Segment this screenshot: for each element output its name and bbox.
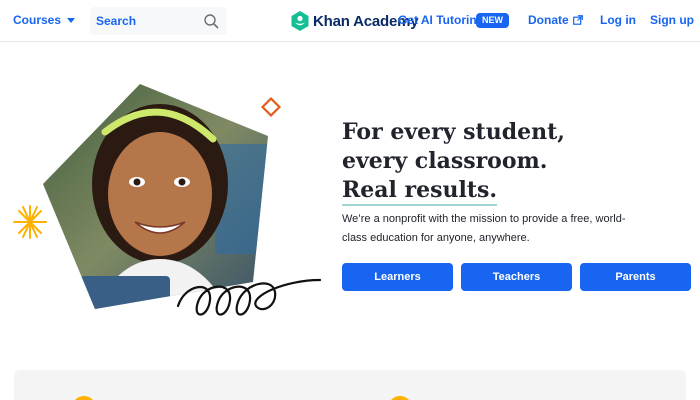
headline-line-3: Real results. <box>342 177 498 206</box>
new-badge: NEW <box>476 13 509 28</box>
parents-button[interactable]: Parents <box>580 263 691 291</box>
stats-panel <box>14 370 686 400</box>
diamond-shape <box>260 96 282 118</box>
donate-link[interactable]: Donate <box>528 13 583 27</box>
search-input[interactable] <box>90 7 200 35</box>
headline-line-2: every classroom. <box>342 148 548 174</box>
courses-menu[interactable]: Courses <box>13 13 76 27</box>
yellow-circle-icon <box>72 396 96 400</box>
ai-tutoring-link[interactable]: Get AI Tutoring <box>398 13 484 27</box>
search-icon[interactable] <box>203 13 219 29</box>
search-box <box>90 7 227 35</box>
learners-button[interactable]: Learners <box>342 263 453 291</box>
site-header: Courses Khan Academy Get AI Tutoring NEW… <box>0 0 700 42</box>
teachers-button[interactable]: Teachers <box>461 263 572 291</box>
signup-link[interactable]: Sign up <box>650 13 694 27</box>
courses-label: Courses <box>13 13 62 27</box>
donate-label: Donate <box>528 13 569 27</box>
hexagon-logo-icon <box>291 11 309 31</box>
caret-down-icon <box>67 18 76 23</box>
login-link[interactable]: Log in <box>600 13 636 27</box>
sunburst-shape <box>13 205 47 239</box>
hero-illustration <box>13 84 322 316</box>
external-link-icon <box>572 15 583 25</box>
headline-line-1: For every student, <box>342 119 565 145</box>
hero-headline: For every student, every classroom. Real… <box>342 118 565 206</box>
hero-subtext: We’re a nonprofit with the mission to pr… <box>342 213 626 244</box>
yellow-circle-icon <box>388 396 412 400</box>
